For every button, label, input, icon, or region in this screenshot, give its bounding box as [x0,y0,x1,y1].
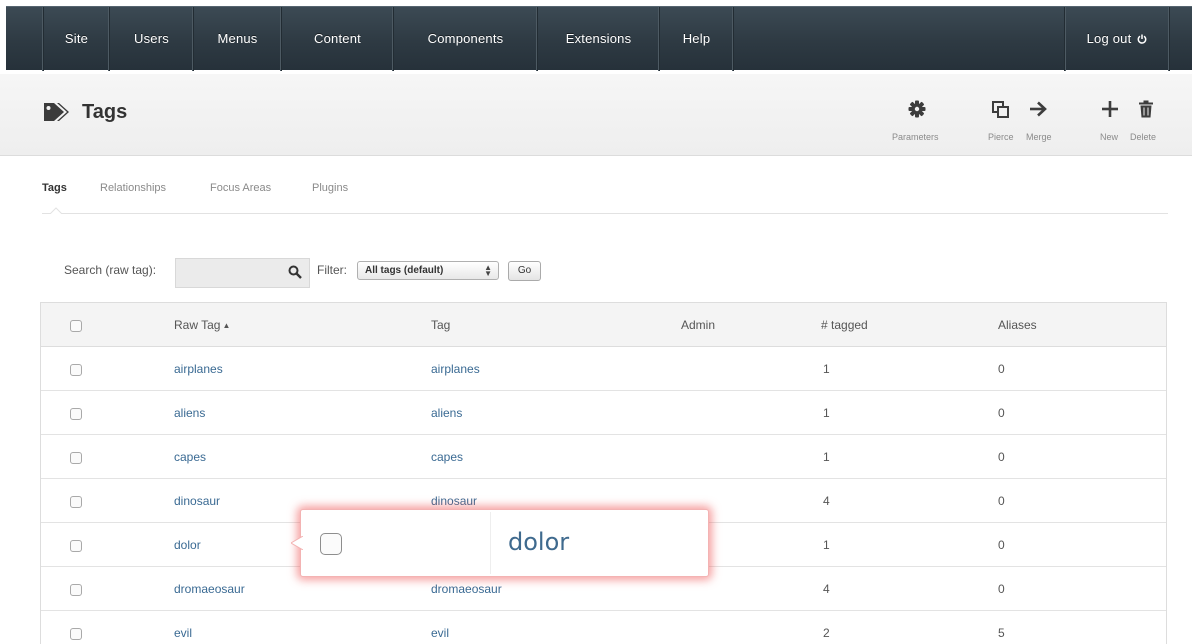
power-icon [1137,34,1147,44]
aliases-count: 5 [998,626,1005,640]
parameters-label: Parameters [892,132,939,142]
raw-tag-link[interactable]: dromaeosaur [174,567,245,611]
search-label: Search (raw tag): [64,263,157,277]
tags-table: Raw Tag ▲ Tag Admin # tagged Aliases airp… [40,302,1167,644]
filter-label: Filter: [317,263,347,277]
new-button[interactable]: New [1094,100,1128,146]
tag-link[interactable]: aliens [431,391,462,435]
tag-link[interactable]: airplanes [431,347,480,391]
callout-pointer [291,536,303,550]
page-title-text: Tags [82,100,128,123]
delete-label: Delete [1130,132,1157,142]
row-checkbox[interactable] [70,496,82,508]
nav-item-site[interactable]: Site [44,7,110,71]
subtab-divider [42,213,1168,214]
aliases-count: 0 [998,450,1005,464]
column-header-tagged[interactable]: # tagged [821,303,868,347]
nav-item-help[interactable]: Help [660,7,734,71]
tab-plugins[interactable]: Plugins [312,182,348,194]
nav-item-users[interactable]: Users [110,7,194,71]
aliases-count: 0 [998,582,1005,596]
raw-tag-link[interactable]: aliens [174,391,205,435]
row-checkbox[interactable] [70,364,82,376]
pierce-button[interactable]: Pierce [986,100,1020,146]
delete-button[interactable]: Delete [1128,100,1168,146]
raw-tag-link[interactable]: dinosaur [174,479,220,523]
tab-relationships[interactable]: Relationships [100,182,166,194]
tagged-count: 2 [823,626,830,640]
tab-focus-areas[interactable]: Focus Areas [210,182,271,194]
table-row: aliens aliens 1 0 [41,391,1166,435]
sort-ascending-icon: ▲ [222,321,231,330]
raw-tag-link[interactable]: dolor [174,523,201,567]
select-arrows-icon: ▲ ▼ [484,263,492,278]
row-checkbox[interactable] [70,540,82,552]
nav-item-extensions[interactable]: Extensions [538,7,660,71]
filter-select[interactable]: All tags (default) ▲ ▼ [357,261,499,280]
aliases-count: 0 [998,538,1005,552]
row-checkbox[interactable] [70,584,82,596]
zoom-callout [300,509,709,577]
search-icon[interactable] [288,265,302,279]
tagged-count: 1 [823,450,830,464]
tagged-count: 1 [823,362,830,376]
nav-item-content[interactable]: Content [282,7,394,71]
arrow-right-icon [1030,101,1047,117]
merge-button[interactable]: Merge [1022,100,1060,146]
aliases-count: 0 [998,362,1005,376]
go-button[interactable]: Go [508,261,541,281]
top-navigation: Site Users Menus Content Components Exte… [0,0,1192,74]
select-all-checkbox[interactable] [70,320,82,332]
tagged-count: 1 [823,406,830,420]
tag-link[interactable]: evil [431,611,449,644]
nav-item-components[interactable]: Components [394,7,538,71]
tagged-count: 4 [823,494,830,508]
top-navigation-bar: Site Users Menus Content Components Exte… [6,6,1192,71]
column-header-raw-tag-label: Raw Tag [174,318,221,332]
merge-label: Merge [1026,132,1052,142]
parameters-button[interactable]: Parameters [890,100,950,146]
callout-tag-text: dolor [508,528,570,556]
raw-tag-link[interactable]: evil [174,611,192,644]
aliases-count: 0 [998,494,1005,508]
table-header: Raw Tag ▲ Tag Admin # tagged Aliases [41,303,1166,347]
nav-item-menus[interactable]: Menus [194,7,282,71]
tag-link[interactable]: capes [431,435,463,479]
row-checkbox[interactable] [70,628,82,640]
gear-icon [908,100,926,118]
aliases-count: 0 [998,406,1005,420]
tab-tags[interactable]: Tags [42,182,67,194]
column-header-aliases[interactable]: Aliases [998,303,1037,347]
tagged-count: 1 [823,538,830,552]
new-label: New [1100,132,1119,142]
logout-label: Log out [1086,31,1132,46]
raw-tag-link[interactable]: airplanes [174,347,223,391]
column-header-admin[interactable]: Admin [681,303,715,347]
trash-icon [1139,100,1153,118]
raw-tag-link[interactable]: capes [174,435,206,479]
tags-icon [44,103,69,121]
filter-selected-value: All tags (default) [365,265,444,276]
logout-button[interactable]: Log out [1064,7,1170,71]
row-checkbox[interactable] [70,452,82,464]
tagged-count: 4 [823,582,830,596]
nav-left-cap [6,7,44,71]
callout-checkbox[interactable] [320,533,342,555]
plus-icon [1102,101,1118,117]
table-row: evil evil 2 5 [41,611,1166,644]
pierce-label: Pierce [988,132,1014,142]
callout-separator [490,512,491,574]
column-header-raw-tag[interactable]: Raw Tag ▲ [174,303,230,347]
copy-icon [992,101,1009,118]
page-title: Tags [42,99,127,125]
active-tab-pointer [50,207,62,214]
table-row: capes capes 1 0 [41,435,1166,479]
column-header-tag[interactable]: Tag [431,303,450,347]
row-checkbox[interactable] [70,408,82,420]
table-row: airplanes airplanes 1 0 [41,347,1166,391]
